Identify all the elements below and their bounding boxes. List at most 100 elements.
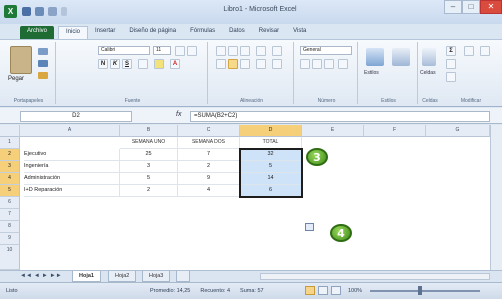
column-header-g[interactable]: G [426, 125, 490, 137]
align-center-icon[interactable] [228, 59, 238, 69]
cut-icon[interactable] [38, 48, 48, 55]
tab-data[interactable]: Datos [222, 26, 252, 39]
autofill-options-icon[interactable] [305, 223, 314, 231]
bold-button[interactable]: N [98, 59, 108, 69]
insert-cells-icon[interactable] [422, 48, 436, 66]
number-format-select[interactable]: General [300, 46, 352, 55]
cell-styles-icon[interactable] [366, 48, 384, 66]
row-header-6[interactable]: 6 [0, 197, 20, 209]
cell-b4[interactable]: 5 [120, 173, 178, 185]
decimal-icon[interactable] [338, 59, 348, 69]
worksheet-grid[interactable]: A B C D E F G 1 2 3 4 5 6 7 8 9 10 SEMAN… [0, 125, 490, 270]
autosum-icon[interactable]: Σ [446, 46, 456, 56]
clear-icon[interactable] [446, 72, 456, 82]
grow-font-icon[interactable] [175, 46, 185, 56]
row-header-4[interactable]: 4 [0, 173, 20, 185]
tab-view[interactable]: Vista [286, 26, 313, 39]
cell-c3[interactable]: 2 [178, 161, 240, 173]
sheet-tab-2[interactable]: Hoja2 [108, 271, 137, 282]
cell-b3[interactable]: 3 [120, 161, 178, 173]
sheet-tab-1[interactable]: Hoja1 [72, 271, 101, 282]
row-header-10[interactable]: 10 [0, 245, 20, 270]
maximize-button[interactable]: □ [462, 0, 480, 14]
redo-icon[interactable] [48, 7, 57, 16]
column-header-c[interactable]: C [178, 125, 240, 137]
align-right-icon[interactable] [240, 59, 250, 69]
new-sheet-icon[interactable] [176, 271, 190, 282]
row-header-2[interactable]: 2 [0, 149, 20, 161]
styles-button-label[interactable]: Estilos [364, 70, 379, 76]
select-all-corner[interactable] [0, 125, 20, 137]
undo-icon[interactable] [35, 7, 44, 16]
minimize-button[interactable]: – [444, 0, 462, 14]
tab-formulas[interactable]: Fórmulas [183, 26, 222, 39]
percent-icon[interactable] [312, 59, 322, 69]
column-header-a[interactable]: A [20, 125, 120, 137]
insert-function-icon[interactable]: fx [176, 111, 181, 118]
orientation-icon[interactable] [256, 46, 266, 56]
align-bottom-icon[interactable] [240, 46, 250, 56]
row-header-5[interactable]: 5 [0, 185, 20, 197]
font-name-select[interactable]: Calibri [98, 46, 150, 55]
cell-a2[interactable]: Ejecutivo [24, 149, 120, 161]
formula-input[interactable]: =SUMA(B2+C2) [190, 111, 490, 122]
zoom-slider[interactable] [370, 290, 480, 292]
normal-view-button[interactable] [305, 286, 315, 295]
header-cell-c1[interactable]: SEMANA DOS [178, 137, 240, 149]
sort-filter-icon[interactable] [464, 46, 474, 56]
tab-review[interactable]: Revisar [252, 26, 286, 39]
copy-icon[interactable] [38, 60, 48, 67]
header-cell-b1[interactable]: SEMANA UNO [120, 137, 178, 149]
first-sheet-icon[interactable]: ◄◄ [20, 273, 32, 279]
column-header-d[interactable]: D [240, 125, 302, 137]
tab-file[interactable]: Archivo [20, 26, 55, 39]
row-header-8[interactable]: 8 [0, 221, 20, 233]
tab-home[interactable]: Inicio [58, 26, 89, 39]
comma-style-icon[interactable] [324, 59, 334, 69]
zoom-level[interactable]: 100% [348, 288, 362, 294]
cell-b5[interactable]: 2 [120, 185, 178, 197]
tab-page-layout[interactable]: Diseño de página [122, 26, 183, 39]
fill-color-icon[interactable] [154, 59, 164, 69]
wrap-text-icon[interactable] [272, 46, 282, 56]
column-header-b[interactable]: B [120, 125, 178, 137]
next-sheet-icon[interactable]: ► [42, 273, 48, 279]
italic-button[interactable]: K [110, 59, 120, 69]
excel-logo-icon[interactable]: X [4, 5, 17, 18]
row-header-7[interactable]: 7 [0, 209, 20, 221]
underline-button[interactable]: S [122, 59, 132, 69]
cells-button-label[interactable]: Celdas [420, 70, 436, 76]
page-break-view-button[interactable] [331, 286, 341, 295]
align-left-icon[interactable] [216, 59, 226, 69]
paste-button-label[interactable]: Pegar [8, 76, 24, 82]
align-middle-icon[interactable] [228, 46, 238, 56]
borders-icon[interactable] [138, 59, 148, 69]
column-header-f[interactable]: F [364, 125, 426, 137]
sheet-tab-3[interactable]: Hoja3 [142, 271, 171, 282]
font-size-select[interactable]: 11 [153, 46, 171, 55]
horizontal-scrollbar[interactable] [260, 273, 490, 280]
row-header-9[interactable]: 9 [0, 233, 20, 245]
shrink-font-icon[interactable] [187, 46, 197, 56]
cell-c4[interactable]: 9 [178, 173, 240, 185]
merge-center-icon[interactable] [272, 59, 282, 69]
cell-a4[interactable]: Administración [24, 173, 120, 185]
cell-b2[interactable]: 25 [120, 149, 178, 161]
cell-a5[interactable]: I+D Reparación [24, 185, 120, 197]
align-top-icon[interactable] [216, 46, 226, 56]
zoom-slider-handle[interactable] [418, 286, 422, 295]
prev-sheet-icon[interactable]: ◄ [34, 273, 40, 279]
fill-icon[interactable] [446, 59, 456, 69]
page-layout-view-button[interactable] [318, 286, 328, 295]
cell-c5[interactable]: 4 [178, 185, 240, 197]
font-color-icon[interactable]: A [170, 59, 180, 69]
column-header-e[interactable]: E [302, 125, 364, 137]
vertical-scrollbar[interactable] [490, 125, 502, 270]
cell-a3[interactable]: Ingeniería [24, 161, 120, 173]
format-table-icon[interactable] [392, 48, 410, 66]
save-icon[interactable] [22, 7, 31, 16]
cell-c2[interactable]: 7 [178, 149, 240, 161]
indent-icon[interactable] [256, 59, 266, 69]
row-header-1[interactable]: 1 [0, 137, 20, 149]
paste-icon[interactable] [10, 46, 32, 74]
